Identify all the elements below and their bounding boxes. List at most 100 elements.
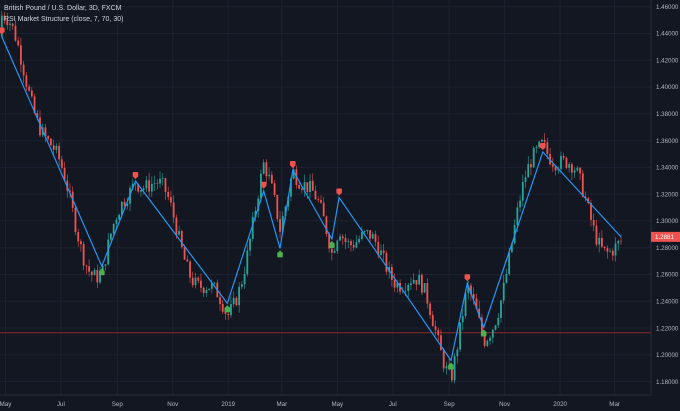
- candle-body: [14, 25, 17, 41]
- candle-body: [617, 240, 620, 244]
- candle-body: [93, 270, 96, 276]
- candle-body: [200, 280, 202, 288]
- candle-body: [85, 265, 88, 267]
- x-tick-label: Nov: [167, 401, 179, 408]
- pivot-low-marker: [448, 364, 454, 370]
- pivot-markers: [0, 27, 546, 370]
- x-tick-label: Sep: [112, 401, 124, 408]
- candle-body: [213, 282, 216, 284]
- candle-body: [153, 183, 156, 184]
- pivot-low-marker: [329, 243, 335, 249]
- candle-body: [606, 248, 609, 252]
- candle-body: [238, 286, 241, 306]
- candle-body: [58, 145, 60, 160]
- candle-body: [20, 45, 22, 65]
- price-badge: 1.2881: [651, 231, 680, 242]
- candle-body: [412, 279, 415, 284]
- pivot-low-marker: [224, 307, 231, 313]
- candle-body: [273, 183, 276, 196]
- y-tick-label: 1.30000: [656, 218, 679, 225]
- candle-body: [497, 317, 500, 326]
- chart-area[interactable]: 1.18000 1.20000 1.22000 1.24000 1.26000 1.280…: [0, 0, 680, 411]
- pivot-high-pointer: [540, 147, 546, 150]
- indicator-title[interactable]: RSI Market Structure (close, 7, 70, 30): [4, 14, 123, 25]
- y-tick-label: 1.18000: [656, 379, 679, 386]
- candle-body: [415, 279, 418, 285]
- candle-body: [322, 202, 325, 217]
- candle-body: [456, 349, 459, 357]
- candle-body: [371, 234, 374, 239]
- candle-body: [524, 177, 527, 182]
- candle-body: [609, 250, 611, 252]
- symbol-title[interactable]: British Pound / U.S. Dollar, 3D, FXCM: [4, 3, 123, 14]
- candle-body: [317, 199, 320, 201]
- candle-body: [96, 270, 99, 283]
- y-tick-label: 1.22000: [656, 325, 679, 332]
- candle-body: [148, 180, 151, 192]
- candle-body: [178, 231, 181, 235]
- candle-body: [156, 183, 159, 184]
- x-tick-label: Jul: [57, 401, 65, 408]
- candle-body: [60, 159, 63, 168]
- candle-body: [374, 234, 377, 242]
- candle-body: [347, 241, 350, 243]
- candle-body: [52, 145, 55, 150]
- candle-body: [142, 188, 145, 191]
- candle-body: [17, 40, 20, 46]
- candle-body: [352, 245, 355, 248]
- pivot-low-marker: [99, 270, 105, 276]
- candle-body: [164, 178, 167, 192]
- candle-body: [380, 250, 382, 256]
- candle-body: [230, 304, 232, 316]
- candle-body: [189, 261, 191, 278]
- candle-body: [28, 86, 30, 91]
- candle-body: [592, 219, 595, 226]
- candle-body: [453, 356, 456, 381]
- candle-body: [445, 366, 448, 369]
- candle-body: [186, 259, 189, 262]
- candle-body: [560, 156, 562, 169]
- candle-body: [197, 277, 200, 281]
- candle-body: [519, 200, 521, 208]
- candle-body: [159, 178, 161, 184]
- y-tick-label: 1.24000: [656, 298, 679, 305]
- candle-body: [47, 136, 50, 139]
- pivot-high-marker: [0, 27, 5, 33]
- candle-body: [82, 244, 85, 266]
- candle-body: [235, 297, 238, 306]
- pivot-high-pointer: [261, 186, 266, 189]
- candle-body: [172, 202, 175, 218]
- candle-body: [90, 271, 93, 276]
- pivot-high-marker: [464, 274, 471, 280]
- x-axis[interactable]: May Jul Sep Nov 2019 Mar May Jul Sep Nov 2020 Mar: [0, 401, 620, 408]
- y-axis[interactable]: 1.18000 1.20000 1.22000 1.24000 1.26000 1.280…: [656, 4, 679, 386]
- chart-legend: British Pound / U.S. Dollar, 3D, FXCM RS…: [4, 3, 123, 25]
- pivot-low-marker: [277, 252, 283, 258]
- candle-body: [314, 190, 317, 200]
- pivot-high-marker: [336, 188, 342, 194]
- pivot-high-marker: [132, 172, 139, 178]
- candle-body: [240, 284, 243, 287]
- candle-body: [150, 183, 153, 192]
- candle-body: [570, 164, 573, 173]
- candle-body: [170, 196, 172, 203]
- pivot-low-pointer: [329, 241, 335, 244]
- y-tick-label: 1.46000: [656, 4, 679, 11]
- pivot-high-pointer: [465, 278, 470, 282]
- candle-body: [527, 164, 530, 178]
- candle-body: [175, 217, 178, 235]
- candle-body: [339, 236, 341, 241]
- candle-body: [407, 285, 410, 291]
- candle-body: [614, 243, 617, 256]
- y-tick-label: 1.32000: [656, 191, 679, 198]
- y-tick-label: 1.36000: [656, 138, 679, 145]
- candle-body: [25, 75, 28, 87]
- price-chart[interactable]: 1.18000 1.20000 1.22000 1.24000 1.26000 1.280…: [0, 0, 680, 411]
- candle-body: [521, 181, 524, 201]
- x-tick-label: Mar: [277, 401, 288, 408]
- candle-body: [268, 174, 271, 177]
- candle-body: [140, 190, 142, 192]
- price-badge-text: 1.2881: [655, 234, 674, 241]
- candle-body: [50, 138, 52, 146]
- x-tick-label: Mar: [609, 401, 620, 408]
